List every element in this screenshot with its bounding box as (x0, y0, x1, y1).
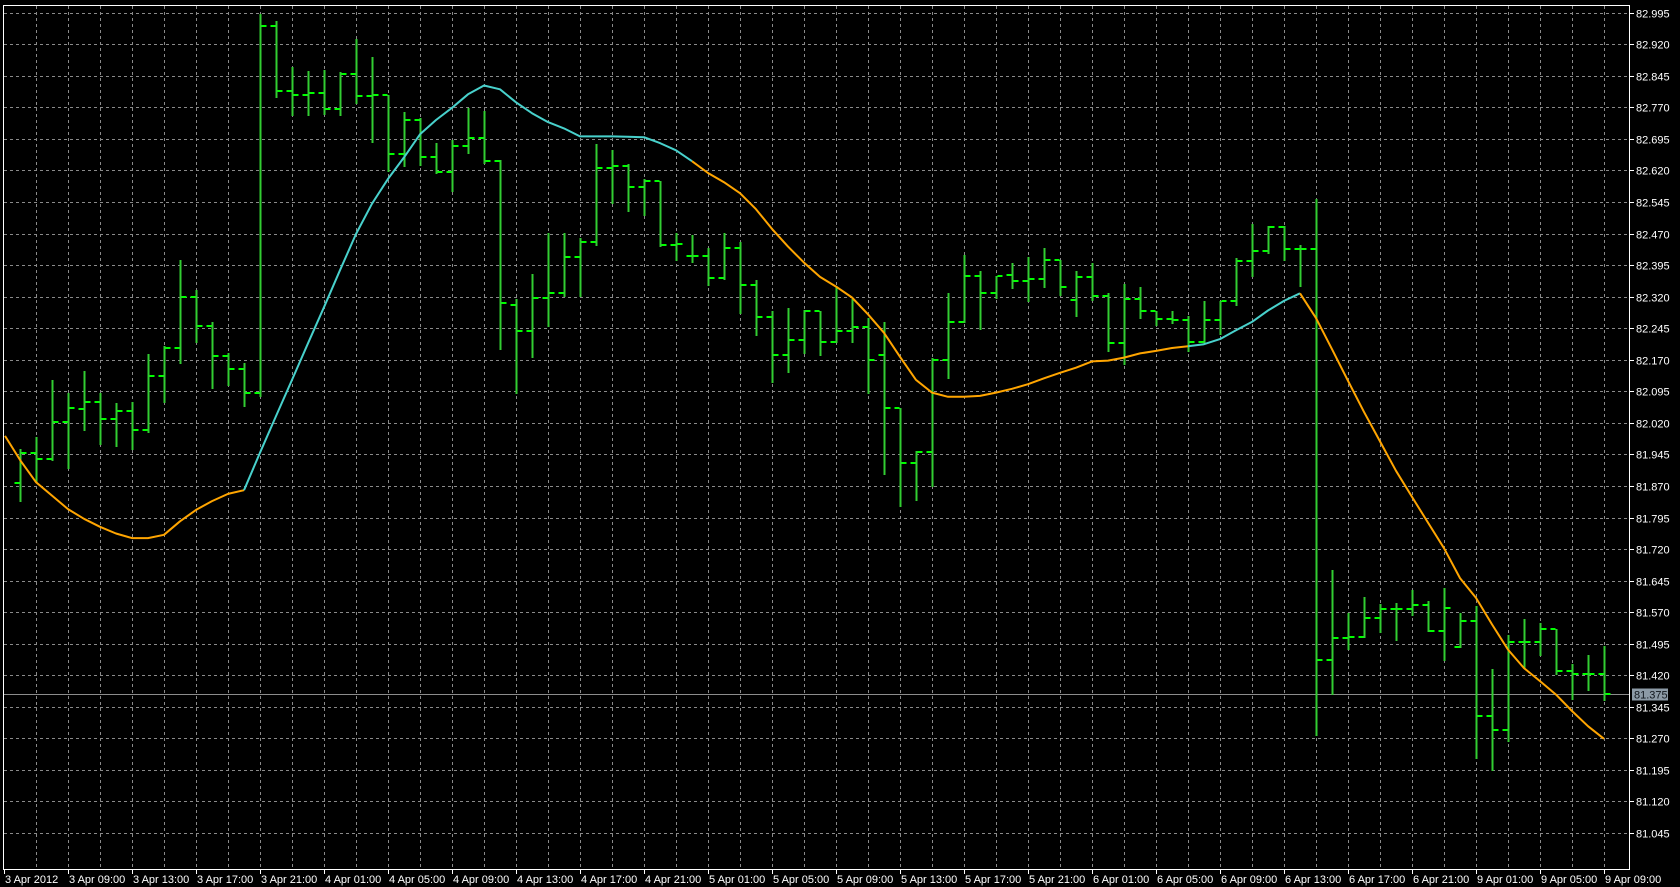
price-label: 82.095 (1636, 387, 1670, 399)
price-label: 81.495 (1636, 640, 1670, 652)
time-label: 4 Apr 09:00 (453, 874, 509, 886)
time-label: 4 Apr 05:00 (389, 874, 445, 886)
time-label: 6 Apr 17:00 (1349, 874, 1405, 886)
price-label: 82.545 (1636, 198, 1670, 210)
time-label: 3 Apr 13:00 (133, 874, 189, 886)
time-label: 3 Apr 21:00 (261, 874, 317, 886)
chart-background (0, 0, 1680, 887)
time-label: 4 Apr 17:00 (581, 874, 637, 886)
time-label: 6 Apr 05:00 (1157, 874, 1213, 886)
time-label: 6 Apr 13:00 (1285, 874, 1341, 886)
price-label: 82.245 (1636, 324, 1670, 336)
price-label: 82.845 (1636, 72, 1670, 84)
price-chart[interactable]: 82.995 82.920 82.845 82.770 82.695 82.620 82.5… (0, 0, 1680, 887)
time-label: 6 Apr 21:00 (1413, 874, 1469, 886)
price-label: 81.645 (1636, 577, 1670, 589)
time-label: 3 Apr 09:00 (69, 874, 125, 886)
price-label: 82.020 (1636, 419, 1670, 431)
time-label: 9 Apr 05:00 (1541, 874, 1597, 886)
price-label: 82.395 (1636, 261, 1670, 273)
time-label: 9 Apr 01:00 (1477, 874, 1533, 886)
time-label: 9 Apr 09:00 (1605, 874, 1661, 886)
price-label: 81.045 (1636, 829, 1670, 841)
price-label: 82.920 (1636, 40, 1670, 52)
price-label: 81.795 (1636, 514, 1670, 526)
price-label: 82.170 (1636, 356, 1670, 368)
price-label: 82.470 (1636, 230, 1670, 242)
time-label: 4 Apr 21:00 (645, 874, 701, 886)
price-label: 82.770 (1636, 103, 1670, 115)
time-label: 5 Apr 01:00 (709, 874, 765, 886)
price-label: 81.870 (1636, 482, 1670, 494)
price-label: 81.195 (1636, 766, 1670, 778)
price-label: 81.270 (1636, 734, 1670, 746)
price-label: 81.120 (1636, 797, 1670, 809)
price-label: 81.345 (1636, 703, 1670, 715)
price-label: 81.720 (1636, 545, 1670, 557)
time-label: 5 Apr 09:00 (837, 874, 893, 886)
price-label: 81.945 (1636, 450, 1670, 462)
time-label: 5 Apr 13:00 (901, 874, 957, 886)
price-label: 81.570 (1636, 608, 1670, 620)
time-label: 3 Apr 17:00 (197, 874, 253, 886)
time-label: 6 Apr 01:00 (1093, 874, 1149, 886)
time-label: 5 Apr 17:00 (965, 874, 1021, 886)
price-label: 82.995 (1636, 9, 1670, 21)
price-label: 82.695 (1636, 135, 1670, 147)
price-label: 81.420 (1636, 671, 1670, 683)
time-label: 6 Apr 09:00 (1221, 874, 1277, 886)
current-price-label: 81.375 (1634, 690, 1668, 702)
price-label: 82.620 (1636, 166, 1670, 178)
time-label: 4 Apr 13:00 (517, 874, 573, 886)
time-label: 3 Apr 2012 (5, 874, 58, 886)
time-label: 5 Apr 21:00 (1029, 874, 1085, 886)
time-label: 5 Apr 05:00 (773, 874, 829, 886)
price-label: 82.320 (1636, 293, 1670, 305)
time-label: 4 Apr 01:00 (325, 874, 381, 886)
